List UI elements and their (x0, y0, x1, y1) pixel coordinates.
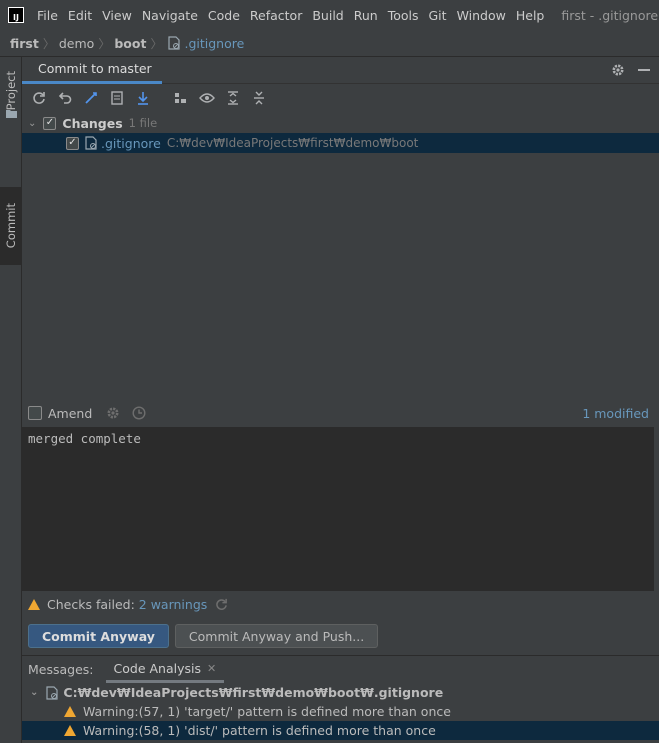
breadcrumb-item-first[interactable]: first (10, 36, 39, 51)
rerun-checks-icon[interactable] (215, 598, 228, 611)
close-icon[interactable]: ✕ (207, 662, 216, 675)
commit-options-gear-icon[interactable] (106, 406, 120, 420)
messages-panel: Messages: Code Analysis ✕ ⌄ C:₩dev₩IdeaP… (22, 655, 659, 743)
changes-checkbox[interactable]: ✓ (43, 116, 57, 130)
checks-warnings-link[interactable]: 2 warnings (139, 597, 208, 612)
menu-window[interactable]: Window (452, 8, 511, 23)
warning-row[interactable]: Warning:(57, 1) 'target/' pattern is def… (22, 702, 659, 721)
refresh-icon[interactable] (30, 89, 48, 107)
intellij-logo-icon: IJ (8, 7, 24, 23)
file-ignore-icon (85, 136, 97, 150)
menu-view[interactable]: View (97, 8, 137, 23)
tool-tab-commit[interactable]: Commit (0, 187, 22, 265)
analysis-file-row[interactable]: ⌄ C:₩dev₩IdeaProjects₩first₩demo₩boot₩.g… (22, 683, 659, 702)
menu-file[interactable]: File (32, 8, 63, 23)
chevron-down-icon[interactable]: ⌄ (30, 687, 38, 698)
commit-panel-title[interactable]: Commit to master (22, 57, 162, 84)
checks-status: Checks failed: 2 warnings (28, 594, 228, 614)
gear-icon[interactable] (611, 63, 625, 80)
changes-tree: ⌄ ✓ Changes 1 file ✓ .gitignore C:₩dev₩I… (22, 113, 659, 398)
menu-run[interactable]: Run (349, 8, 383, 23)
window-title: first - .gitignore [boot] (561, 7, 659, 23)
folder-icon (6, 107, 17, 121)
minimize-icon[interactable] (637, 63, 651, 80)
modified-count-link[interactable]: 1 modified (582, 406, 649, 421)
breadcrumb-item-demo[interactable]: demo (59, 36, 94, 51)
changes-group-row[interactable]: ⌄ ✓ Changes 1 file (22, 113, 659, 133)
collapse-all-icon[interactable] (250, 89, 268, 107)
breadcrumb-item-boot[interactable]: boot (114, 36, 146, 51)
menu-build[interactable]: Build (307, 8, 348, 23)
messages-tabs: Messages: Code Analysis ✕ (22, 656, 659, 683)
tool-tab-commit-label: Commit (4, 203, 18, 249)
changed-file-path: C:₩dev₩IdeaProjects₩first₩demo₩boot (166, 136, 419, 150)
menu-bar: IJ File Edit View Navigate Code Refactor… (0, 0, 659, 30)
checks-failed-label: Checks failed: (47, 596, 135, 612)
changed-file-row[interactable]: ✓ .gitignore C:₩dev₩IdeaProjects₩first₩d… (22, 133, 659, 153)
commit-message-text[interactable]: merged complete (28, 431, 141, 446)
eye-icon[interactable] (198, 89, 216, 107)
commit-buttons: Commit Anyway Commit Anyway and Push... (28, 624, 379, 648)
messages-label: Messages: (28, 662, 94, 677)
warning-row[interactable]: Warning:(58, 1) 'dist/' pattern is defin… (22, 721, 659, 740)
menu-help[interactable]: Help (511, 8, 550, 23)
left-tool-strip: Project Commit (0, 57, 22, 743)
menu-navigate[interactable]: Navigate (137, 8, 203, 23)
warning-text: Warning:(58, 1) 'dist/' pattern is defin… (83, 723, 436, 738)
expand-all-icon[interactable] (224, 89, 242, 107)
chevron-right-icon: 〉 (98, 36, 111, 51)
chevron-right-icon: 〉 (150, 36, 163, 51)
rollback-icon[interactable] (56, 89, 74, 107)
commit-toolbar (22, 84, 659, 112)
menu-refactor[interactable]: Refactor (245, 8, 307, 23)
chevron-right-icon: 〉 (42, 36, 55, 51)
changes-label: Changes (62, 115, 123, 131)
changed-file-name: .gitignore (101, 135, 161, 151)
file-ignore-icon (46, 685, 58, 700)
analysis-file-path: C:₩dev₩IdeaProjects₩first₩demo₩boot₩.git… (63, 685, 444, 700)
menu-tools[interactable]: Tools (383, 8, 424, 23)
warning-icon (64, 706, 76, 717)
amend-label[interactable]: Amend (48, 406, 92, 421)
update-download-icon[interactable] (134, 89, 152, 107)
warning-text: Warning:(57, 1) 'target/' pattern is def… (83, 704, 451, 719)
warning-icon (64, 725, 76, 736)
amend-checkbox[interactable] (28, 406, 42, 420)
file-ignore-icon (168, 36, 181, 50)
menu-code[interactable]: Code (203, 8, 245, 23)
commit-panel: Commit to master ⌄ ✓ Changes 1 file ✓ .g… (22, 57, 659, 655)
menu-edit[interactable]: Edit (63, 8, 97, 23)
breadcrumb-file[interactable]: .gitignore (184, 36, 244, 51)
tab-code-analysis[interactable]: Code Analysis ✕ (105, 656, 225, 683)
breadcrumb: first 〉 demo 〉 boot 〉 .gitignore (0, 30, 659, 57)
show-diff-icon[interactable] (82, 89, 100, 107)
group-by-icon[interactable] (172, 89, 190, 107)
tool-tab-project-label: Project (4, 71, 18, 111)
changes-count: 1 file (128, 116, 158, 130)
chevron-down-icon[interactable]: ⌄ (28, 118, 36, 129)
commit-panel-header: Commit to master (22, 57, 659, 84)
commit-message-input[interactable]: merged complete (22, 427, 654, 591)
menu-git[interactable]: Git (424, 8, 452, 23)
clock-history-icon[interactable] (132, 406, 146, 420)
tab-code-analysis-label: Code Analysis (113, 660, 201, 676)
warning-icon (28, 598, 40, 610)
changelist-icon[interactable] (108, 89, 126, 107)
commit-anyway-and-push-button[interactable]: Commit Anyway and Push... (174, 624, 379, 648)
commit-anyway-button[interactable]: Commit Anyway (28, 624, 169, 648)
amend-bar: Amend 1 modified (22, 399, 659, 427)
file-checkbox[interactable]: ✓ (66, 136, 79, 150)
